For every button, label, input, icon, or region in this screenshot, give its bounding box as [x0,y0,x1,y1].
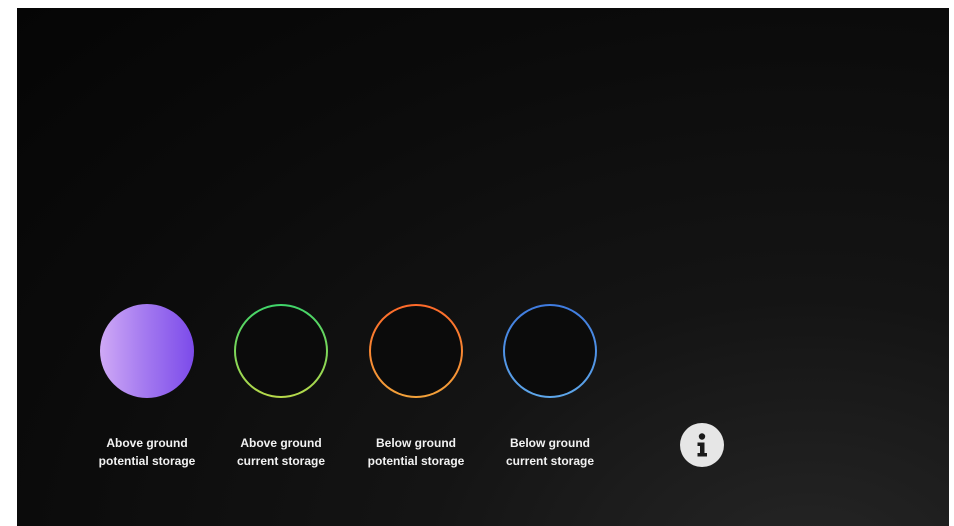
legend-label-line2: potential storage [367,454,465,468]
info-icon [680,423,724,467]
below-ground-current-swatch [503,304,597,398]
legend-label-line2: potential storage [98,454,196,468]
info-button[interactable] [680,423,724,467]
legend-item-below-ground-current[interactable]: Below ground current storage [485,304,615,470]
above-ground-current-swatch [234,304,328,398]
legend-label-line2: current storage [505,454,595,468]
map-viewport[interactable]: Above ground potential storage Above gro… [17,8,949,526]
legend-label-line1: Above ground [106,436,188,450]
legend-label: Above ground potential storage [99,434,196,470]
legend-label-line1: Below ground [510,436,590,450]
above-ground-potential-swatch [100,304,194,398]
below-ground-potential-swatch [369,304,463,398]
legend-label-line1: Above ground [240,436,322,450]
legend-label: Below ground potential storage [368,434,465,470]
legend-item-below-ground-potential[interactable]: Below ground potential storage [351,304,481,470]
legend-label: Below ground current storage [506,434,594,470]
storage-legend: Above ground potential storage Above gro… [17,8,949,526]
legend-label: Above ground current storage [237,434,325,470]
legend-item-above-ground-potential[interactable]: Above ground potential storage [82,304,212,470]
legend-label-line1: Below ground [376,436,456,450]
legend-label-line2: current storage [236,454,326,468]
legend-item-above-ground-current[interactable]: Above ground current storage [216,304,346,470]
